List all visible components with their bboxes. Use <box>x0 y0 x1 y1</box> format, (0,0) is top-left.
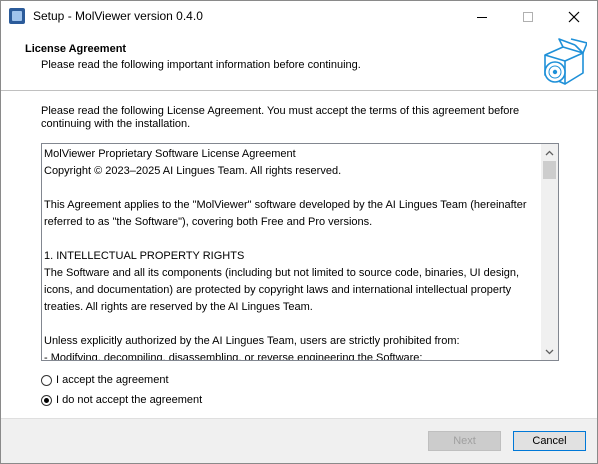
page-subtitle: Please read the following important info… <box>41 59 361 71</box>
accept-radio[interactable] <box>41 374 52 386</box>
intro-text: Please read the following License Agreem… <box>41 105 520 130</box>
title-bar: Setup - MolViewer version 0.4.0 <box>1 1 597 32</box>
license-line: treaties. All rights are reserved by the… <box>44 301 313 313</box>
scroll-up-arrow-icon <box>545 150 554 155</box>
accept-label: I accept the agreement <box>56 374 169 386</box>
license-line: Copyright © 2023–2025 AI Lingues Team. A… <box>44 165 342 177</box>
window-title: Setup - MolViewer version 0.4.0 <box>33 9 203 23</box>
license-line <box>44 231 538 248</box>
decline-radio-option[interactable]: I do not accept the agreement <box>41 394 202 406</box>
accept-radio-option[interactable]: I accept the agreement <box>41 374 169 386</box>
close-button[interactable] <box>551 1 597 32</box>
scroll-down-arrow-icon <box>545 349 554 354</box>
minimize-icon <box>477 16 487 18</box>
license-line <box>44 316 538 333</box>
cancel-button[interactable]: Cancel <box>513 431 586 451</box>
page-title: License Agreement <box>25 43 127 55</box>
license-line: The Software and all its components (inc… <box>44 267 520 279</box>
license-line: 1. INTELLECTUAL PROPERTY RIGHTS <box>44 250 245 262</box>
next-button[interactable]: Next <box>428 431 501 451</box>
license-line: icons, and documentation) are protected … <box>44 284 512 296</box>
scroll-up-button[interactable] <box>541 144 558 161</box>
license-line: Unless explicitly authorized by the AI L… <box>44 335 460 347</box>
license-line: This Agreement applies to the "MolViewer… <box>44 199 527 211</box>
wizard-header: License Agreement Please read the follow… <box>1 32 597 91</box>
decline-label: I do not accept the agreement <box>56 394 203 406</box>
wizard-footer: Next Cancel <box>1 419 597 463</box>
license-line: referred to as "the Software"), covering… <box>44 216 373 228</box>
close-icon <box>568 11 580 22</box>
setup-window: Setup - MolViewer version 0.4.0 License … <box>0 0 598 464</box>
maximize-icon <box>523 11 533 22</box>
decline-radio[interactable] <box>41 394 52 406</box>
scroll-thumb[interactable] <box>543 161 556 179</box>
header-divider <box>1 90 597 91</box>
maximize-button[interactable] <box>505 1 551 32</box>
license-text-box[interactable]: MolViewer Proprietary Software License A… <box>41 143 559 361</box>
license-text: MolViewer Proprietary Software License A… <box>44 146 538 361</box>
minimize-button[interactable] <box>459 1 505 32</box>
scroll-down-button[interactable] <box>541 343 558 360</box>
license-scrollbar[interactable] <box>541 144 558 360</box>
license-line <box>44 180 538 197</box>
setup-app-icon <box>9 8 25 24</box>
install-box-disc-icon <box>544 38 587 85</box>
license-line: MolViewer Proprietary Software License A… <box>44 148 296 160</box>
license-line: - Modifying, decompiling, disassembling,… <box>44 352 423 361</box>
